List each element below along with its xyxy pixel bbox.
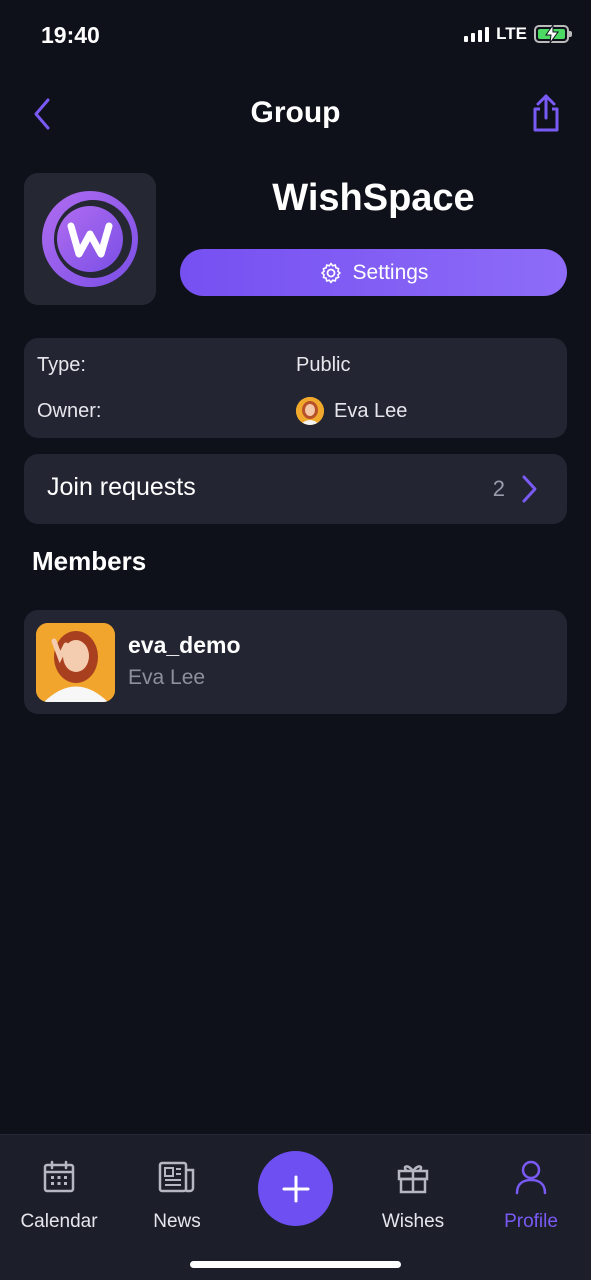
calendar-icon	[43, 1160, 75, 1193]
page-title: Group	[250, 96, 341, 129]
type-label: Type:	[37, 353, 86, 376]
newspaper-icon	[158, 1161, 195, 1193]
share-icon	[533, 94, 559, 132]
member-username: eva_demo	[128, 632, 241, 658]
battery-icon	[534, 25, 572, 43]
person-icon	[515, 1160, 547, 1195]
owner-label: Owner:	[37, 399, 102, 422]
join-requests-row[interactable]: Join requests 2	[24, 454, 567, 524]
settings-label: Settings	[352, 260, 429, 284]
tab-wishes[interactable]: Wishes	[363, 1157, 463, 1233]
tab-label-wishes: Wishes	[381, 1211, 445, 1232]
add-button[interactable]	[258, 1151, 333, 1226]
status-time: 19:40	[41, 22, 100, 48]
tab-label-news: News	[153, 1211, 201, 1232]
tab-label-profile: Profile	[504, 1211, 558, 1232]
network-label: LTE	[496, 24, 527, 43]
gear-icon	[320, 262, 341, 283]
owner-value[interactable]: Eva Lee	[296, 397, 407, 425]
members-heading: Members	[32, 546, 147, 576]
tab-calendar[interactable]: Calendar	[9, 1157, 109, 1233]
home-indicator	[190, 1261, 401, 1268]
owner-row: Owner: Eva Lee	[37, 396, 554, 426]
tab-label-calendar: Calendar	[20, 1211, 98, 1232]
wishspace-logo-icon	[42, 191, 138, 287]
chevron-right-icon	[522, 475, 537, 503]
type-row: Type: Public	[37, 350, 554, 380]
tab-bar: Calendar News Wishes Profile	[0, 1134, 591, 1280]
settings-button[interactable]: Settings	[180, 249, 567, 296]
member-display-name: Eva Lee	[128, 666, 206, 689]
group-info-card: Type: Public Owner: Eva Lee	[24, 338, 567, 438]
tab-profile[interactable]: Profile	[481, 1157, 581, 1233]
gift-icon	[397, 1165, 429, 1194]
tab-news[interactable]: News	[127, 1157, 227, 1233]
type-value: Public	[296, 353, 351, 376]
group-header: WishSpace Settings	[24, 173, 567, 306]
status-bar: 19:40 LTE	[0, 0, 591, 72]
group-name: WishSpace	[272, 177, 475, 219]
status-indicators: LTE	[464, 24, 572, 44]
group-logo	[24, 173, 156, 305]
member-avatar	[36, 623, 115, 702]
owner-name: Eva Lee	[334, 399, 408, 422]
join-requests-count: 2	[492, 476, 505, 501]
nav-bar: Group	[0, 84, 591, 144]
signal-icon	[464, 26, 490, 42]
share-button[interactable]	[529, 92, 563, 134]
plus-icon	[282, 1175, 309, 1202]
join-requests-label: Join requests	[47, 473, 196, 501]
member-list-item[interactable]: eva_demo Eva Lee	[24, 610, 567, 714]
owner-avatar	[296, 397, 324, 425]
